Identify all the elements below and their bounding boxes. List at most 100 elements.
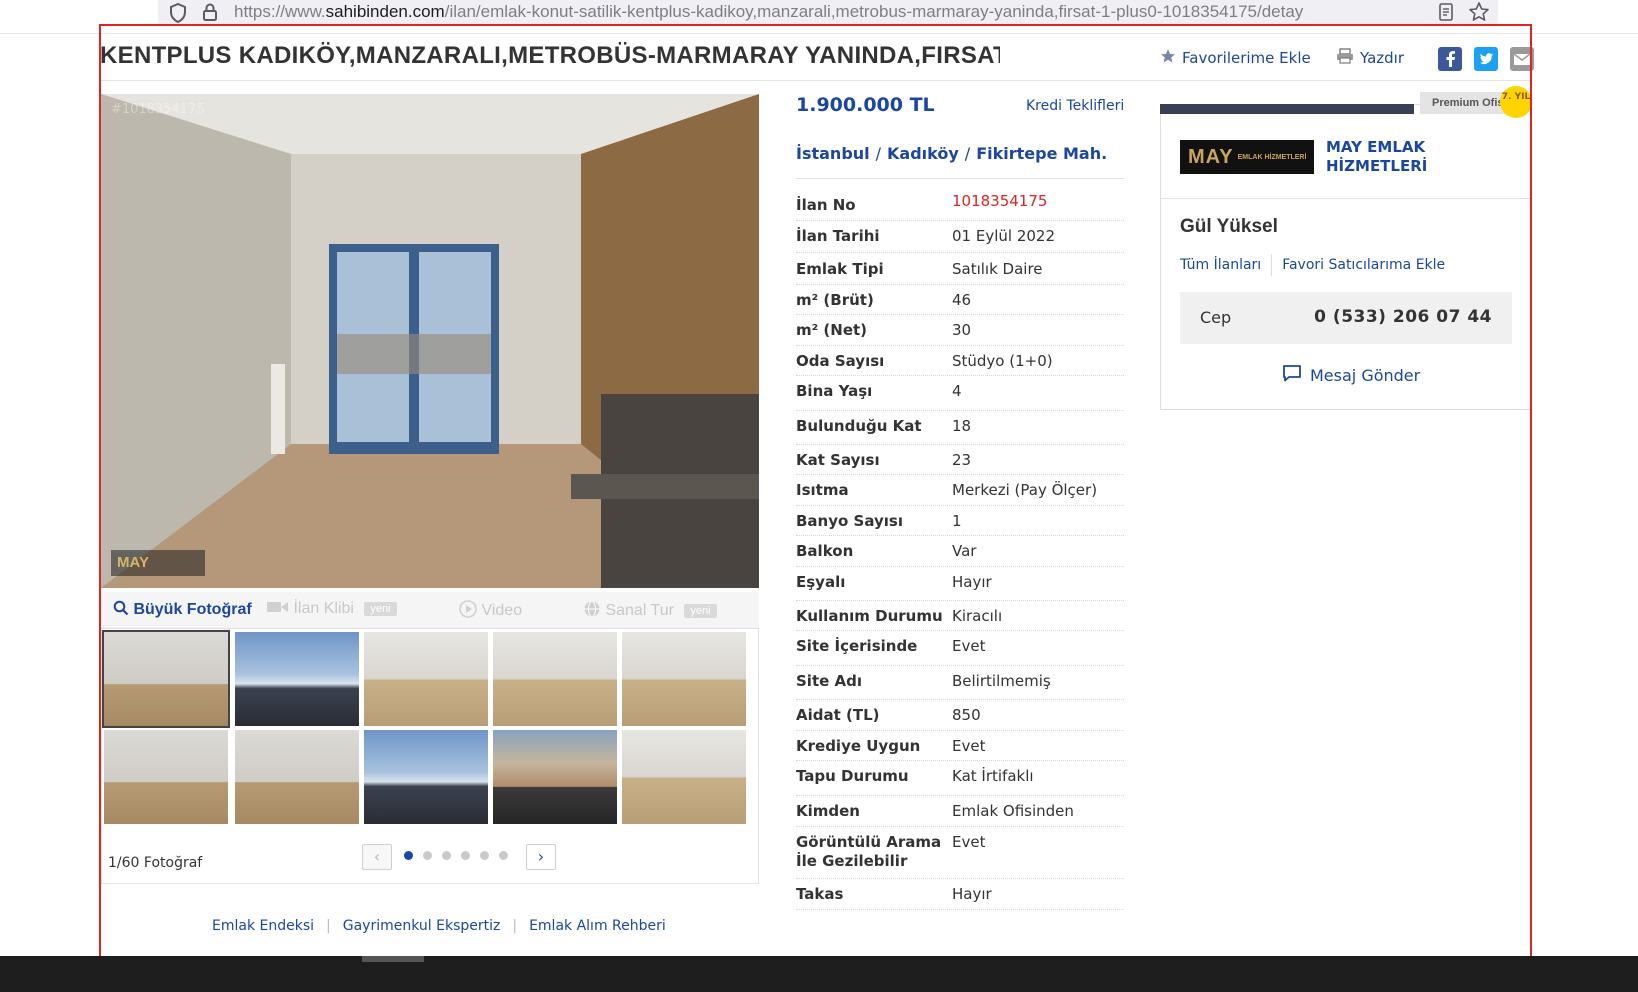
photo-thumbnail[interactable]	[622, 730, 746, 824]
breadcrumb-city[interactable]: İstanbul	[796, 144, 870, 163]
photo-thumbnail[interactable]	[104, 730, 228, 824]
tab-video-clip: İlan Klibi yeni	[267, 600, 397, 618]
page-dot[interactable]	[442, 851, 451, 860]
tab-big-photo-label: Büyük Fotoğraf	[133, 601, 252, 618]
add-favorite-label: Favorilerime Ekle	[1182, 49, 1311, 67]
bookmark-star-icon[interactable]	[1468, 1, 1490, 27]
tab-virtual-tour-label: Sanal Tur	[605, 602, 674, 619]
detail-key: Bulunduğu Kat	[796, 417, 922, 435]
photo-thumbnail[interactable]	[622, 632, 746, 726]
credit-offers-link[interactable]: Kredi Teklifleri	[1026, 98, 1124, 114]
photo-thumbnail[interactable]	[235, 632, 359, 726]
star-icon	[1160, 48, 1176, 68]
photo-thumbnail[interactable]	[493, 730, 617, 824]
location-divider	[796, 178, 1124, 179]
video-camera-icon	[267, 600, 293, 617]
detail-row: Tapu Durumu Kat İrtifaklı	[796, 760, 1124, 796]
detail-row: Bulunduğu Kat 18	[796, 410, 1124, 445]
footer-link-alim-rehberi[interactable]: Emlak Alım Rehberi	[529, 918, 666, 934]
detail-row: Site İçerisinde Evet	[796, 630, 1124, 666]
detail-row: m² (Net) 30	[796, 314, 1124, 346]
magnifier-icon	[113, 600, 133, 618]
photo-thumbnail[interactable]	[493, 632, 617, 726]
address-bar[interactable]: https://www.sahibinden.com/ilan/emlak-ko…	[158, 0, 1498, 26]
photo-thumbnail[interactable]	[235, 730, 359, 824]
detail-key: Aidat (TL)	[796, 706, 880, 724]
photo-logo-watermark: MAY	[111, 550, 205, 576]
detail-row: Görüntülü Arama İle Gezilebilir Evet	[796, 826, 1124, 879]
toolbar-divider	[0, 33, 1638, 34]
phone-number[interactable]: 0 (533) 206 07 44	[1314, 307, 1492, 327]
reader-view-icon[interactable]	[1436, 2, 1456, 26]
detail-key: Oda Sayısı	[796, 352, 885, 370]
office-name-link[interactable]: MAY EMLAK HİZMETLERİ	[1326, 138, 1516, 176]
new-badge: yeni	[684, 603, 717, 618]
email-share-icon[interactable]	[1510, 47, 1534, 71]
footer-link-ekspertiz[interactable]: Gayrimenkul Ekspertiz	[343, 918, 501, 934]
breadcrumb-district[interactable]: Kadıköy	[887, 144, 959, 163]
photo-id-watermark: #1018354175	[111, 102, 205, 117]
detail-value: Kat İrtifaklı	[952, 767, 1034, 785]
main-photo[interactable]: #1018354175 MAY	[101, 94, 759, 588]
premium-office-badge: Premium Ofis	[1420, 92, 1512, 114]
page-dot[interactable]	[480, 851, 489, 860]
detail-key: İlan Tarihi	[796, 227, 880, 245]
detail-value: 4	[952, 382, 962, 400]
page-dot[interactable]	[404, 851, 413, 860]
add-favorite-seller-link[interactable]: Favori Satıcılarıma Ekle	[1282, 257, 1445, 273]
detail-row: Balkon Var	[796, 535, 1124, 567]
breadcrumb-neighborhood[interactable]: Fikirtepe Mah.	[976, 144, 1107, 163]
print-label: Yazdır	[1360, 49, 1405, 67]
detail-value: Evet	[952, 637, 986, 655]
detail-key: Krediye Uygun	[796, 737, 921, 755]
detail-key: Kullanım Durumu	[796, 607, 943, 625]
detail-key: İlan No	[796, 196, 856, 214]
print-button[interactable]: Yazdır	[1336, 48, 1404, 68]
detail-value: Evet	[952, 737, 986, 755]
previous-page-button[interactable]: ‹	[362, 844, 392, 870]
twitter-share-icon[interactable]	[1474, 47, 1498, 71]
page-dot[interactable]	[499, 851, 508, 860]
detail-value: Merkezi (Pay Ölçer)	[952, 481, 1098, 499]
photo-thumbnail[interactable]	[364, 632, 488, 726]
detail-key: Görüntülü Arama İle Gezilebilir	[796, 833, 942, 870]
send-message-label: Mesaj Gönder	[1310, 365, 1421, 385]
detail-row: m² (Brüt) 46	[796, 284, 1124, 315]
shield-icon[interactable]	[168, 2, 188, 28]
send-message-button[interactable]: Mesaj Gönder	[1282, 364, 1420, 386]
lock-icon[interactable]	[200, 1, 220, 27]
detail-key: Takas	[796, 885, 844, 903]
page-dot[interactable]	[423, 851, 432, 860]
detail-key: Eşyalı	[796, 573, 846, 591]
seller-card-divider	[1160, 198, 1532, 199]
footer-link-emlak-endeksi[interactable]: Emlak Endeksi	[212, 918, 314, 934]
url-text[interactable]: https://www.sahibinden.com/ilan/emlak-ko…	[234, 2, 1303, 22]
facebook-share-icon[interactable]	[1438, 47, 1462, 71]
detail-value: 1018354175	[952, 192, 1048, 210]
detail-value: Emlak Ofisinden	[952, 802, 1074, 820]
add-favorite-button[interactable]: Favorilerime Ekle	[1160, 48, 1311, 68]
detail-key: Kat Sayısı	[796, 451, 880, 469]
detail-row: Oda Sayısı Stüdyo (1+0)	[796, 345, 1124, 376]
photo-counter: 1/60 Fotoğraf	[108, 855, 203, 871]
chevron-right-icon: ›	[537, 847, 545, 866]
tab-video-label: Video	[481, 602, 523, 619]
detail-row: Emlak Tipi Satılık Daire	[796, 253, 1124, 285]
detail-row: Aidat (TL) 850	[796, 699, 1124, 731]
detail-value: 850	[952, 706, 981, 724]
seller-card-topbar	[1160, 104, 1414, 114]
detail-value: Hayır	[952, 573, 992, 591]
tab-big-photo[interactable]: Büyük Fotoğraf	[113, 600, 252, 619]
page-dot[interactable]	[461, 851, 470, 860]
next-page-button[interactable]: ›	[526, 844, 556, 870]
chevron-left-icon: ‹	[373, 847, 381, 866]
detail-row: Kimden Emlak Ofisinden	[796, 795, 1124, 827]
footer-links: Emlak Endeksi | Gayrimenkul Ekspertiz | Emla…	[212, 918, 666, 934]
detail-value: 46	[952, 291, 972, 309]
all-listings-link[interactable]: Tüm İlanları	[1180, 257, 1261, 273]
office-logo[interactable]: MAY EMLAK HİZMETLERİ	[1180, 140, 1314, 174]
phone-box: Cep 0 (533) 206 07 44	[1180, 292, 1512, 344]
photo-thumbnail[interactable]	[102, 630, 230, 728]
agent-name: Gül Yüksel	[1180, 216, 1278, 237]
photo-thumbnail[interactable]	[364, 730, 488, 824]
